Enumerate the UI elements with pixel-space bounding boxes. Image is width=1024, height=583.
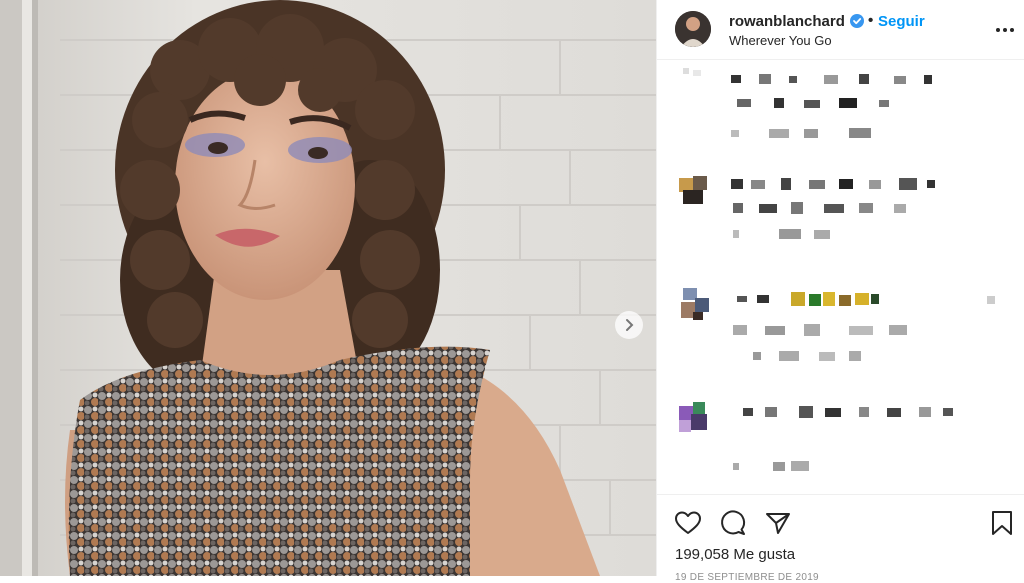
comment-icon[interactable] (719, 509, 747, 537)
likes-count[interactable]: 199,058 Me gusta (675, 546, 795, 563)
verified-badge-icon (850, 14, 864, 28)
avatar-image (675, 11, 711, 47)
chevron-right-icon (626, 319, 634, 331)
obscured-avatar (679, 402, 707, 432)
post-side-panel: rowanblanchard • Seguir Wherever You Go (656, 0, 1024, 583)
post-header: rowanblanchard • Seguir Wherever You Go (657, 0, 1024, 60)
follow-button[interactable]: Seguir (878, 13, 925, 30)
obscured-text (753, 351, 861, 361)
post-date: 19 DE SEPTIEMBRE DE 2019 (675, 572, 819, 583)
username-link[interactable]: rowanblanchard (729, 13, 845, 30)
obscured-text (733, 202, 906, 214)
heart-icon[interactable] (674, 509, 702, 537)
obscured-text (733, 461, 809, 471)
portrait-image (0, 0, 656, 576)
obscured-text (731, 74, 932, 84)
obscured-text (733, 324, 907, 336)
separator-dot: • (868, 12, 874, 29)
bookmark-icon[interactable] (988, 509, 1016, 537)
comments-list[interactable] (657, 60, 1024, 494)
obscured-text (733, 229, 830, 239)
obscured-text (731, 178, 935, 190)
obscured-avatar (679, 176, 707, 204)
next-photo-button[interactable] (615, 311, 643, 339)
avatar[interactable] (675, 11, 711, 47)
obscured-text (743, 406, 953, 418)
obscured-avatar (681, 288, 709, 320)
share-icon[interactable] (764, 509, 792, 537)
more-options-icon[interactable] (993, 18, 1017, 42)
obscured-avatar (683, 68, 701, 76)
obscured-text (737, 98, 889, 108)
obscured-text (731, 128, 871, 138)
obscured-text (737, 292, 995, 306)
post-photo[interactable] (0, 0, 656, 576)
post-actions: 199,058 Me gusta 19 DE SEPTIEMBRE DE 201… (657, 494, 1024, 583)
location-link[interactable]: Wherever You Go (729, 33, 832, 48)
